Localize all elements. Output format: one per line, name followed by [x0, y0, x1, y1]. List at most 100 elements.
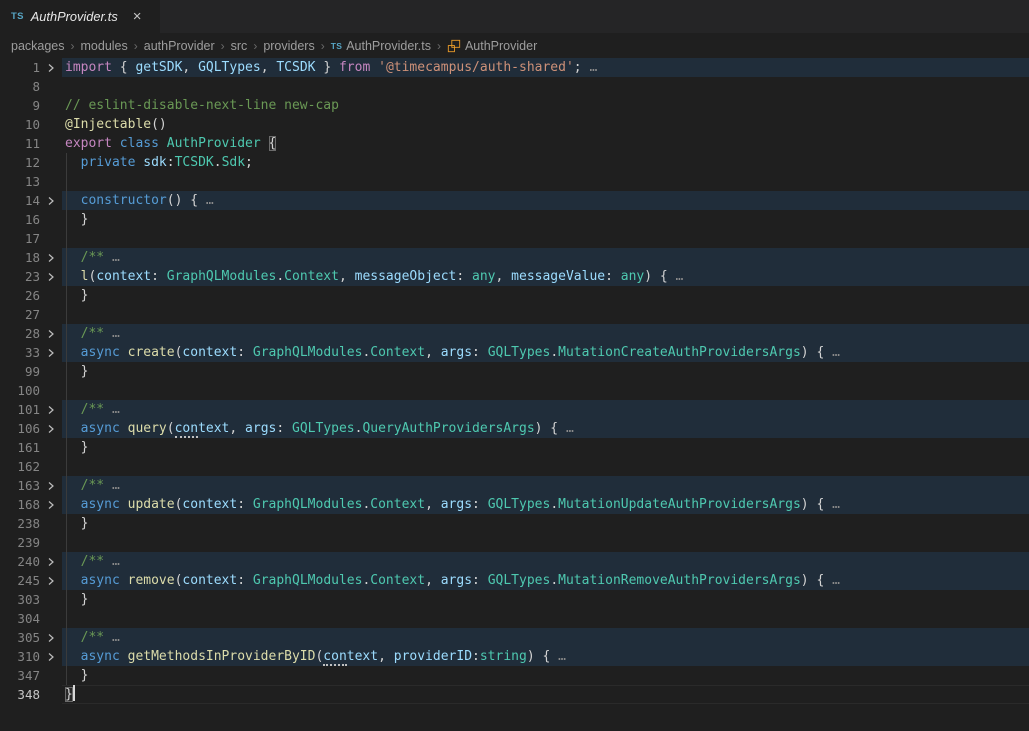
fold-chevron-icon[interactable] — [40, 419, 62, 438]
code-content[interactable]: l(context: GraphQLModules.Context, messa… — [62, 267, 1029, 286]
code-content[interactable]: async query(context, args: GQLTypes.Quer… — [62, 419, 1029, 438]
breadcrumb-item-modules[interactable]: modules — [81, 39, 128, 53]
code-token: args — [245, 421, 276, 436]
fold-chevron-icon[interactable] — [40, 495, 62, 514]
code-line-310[interactable]: 310 async getMethodsInProviderByID(conte… — [0, 647, 1029, 666]
fold-chevron-icon[interactable] — [40, 552, 62, 571]
breadcrumb-item-src[interactable]: src — [231, 39, 248, 53]
code-content[interactable]: /** … — [62, 324, 1029, 343]
code-line-1[interactable]: 1import { getSDK, GQLTypes, TCSDK } from… — [0, 58, 1029, 77]
code-line-12[interactable]: 12 private sdk:TCSDK.Sdk; — [0, 153, 1029, 172]
code-content[interactable]: /** … — [62, 476, 1029, 495]
code-line-303[interactable]: 303 } — [0, 590, 1029, 609]
code-line-163[interactable]: 163 /** … — [0, 476, 1029, 495]
code-content[interactable]: private sdk:TCSDK.Sdk; — [62, 153, 1029, 172]
code-token: () { — [167, 193, 198, 208]
code-content[interactable] — [62, 381, 1029, 400]
code-content[interactable]: } — [62, 362, 1029, 381]
code-content[interactable] — [62, 77, 1029, 96]
code-line-168[interactable]: 168 async update(context: GraphQLModules… — [0, 495, 1029, 514]
breadcrumb-item-authprovider-ts[interactable]: TSAuthProvider.ts — [331, 39, 431, 53]
code-line-27[interactable]: 27 — [0, 305, 1029, 324]
code-content[interactable]: /** … — [62, 400, 1029, 419]
breadcrumb-item-packages[interactable]: packages — [11, 39, 65, 53]
fold-chevron-icon[interactable] — [40, 248, 62, 267]
code-line-28[interactable]: 28 /** … — [0, 324, 1029, 343]
code-line-238[interactable]: 238 } — [0, 514, 1029, 533]
fold-chevron-icon[interactable] — [40, 58, 62, 77]
code-line-23[interactable]: 23 l(context: GraphQLModules.Context, me… — [0, 267, 1029, 286]
code-line-239[interactable]: 239 — [0, 533, 1029, 552]
code-line-18[interactable]: 18 /** … — [0, 248, 1029, 267]
code-content[interactable] — [62, 229, 1029, 248]
tab-authprovider-ts[interactable]: TS AuthProvider.ts × — [0, 0, 160, 33]
code-content[interactable]: async update(context: GraphQLModules.Con… — [62, 495, 1029, 514]
code-line-162[interactable]: 162 — [0, 457, 1029, 476]
fold-chevron-icon[interactable] — [40, 324, 62, 343]
code-content[interactable]: /** … — [62, 628, 1029, 647]
code-line-8[interactable]: 8 — [0, 77, 1029, 96]
code-content[interactable]: } — [62, 514, 1029, 533]
code-content[interactable]: @Injectable() — [62, 115, 1029, 134]
code-token: … — [198, 193, 214, 208]
code-content[interactable]: } — [62, 210, 1029, 229]
code-content[interactable]: async create(context: GraphQLModules.Con… — [62, 343, 1029, 362]
code-content[interactable]: } — [62, 590, 1029, 609]
code-line-99[interactable]: 99 } — [0, 362, 1029, 381]
fold-chevron-icon[interactable] — [40, 400, 62, 419]
code-content[interactable] — [62, 533, 1029, 552]
code-line-17[interactable]: 17 — [0, 229, 1029, 248]
fold-chevron-icon[interactable] — [40, 628, 62, 647]
code-content[interactable] — [62, 609, 1029, 628]
breadcrumb-item-authprovider[interactable]: AuthProvider — [447, 39, 537, 53]
code-content[interactable]: async remove(context: GraphQLModules.Con… — [62, 571, 1029, 590]
code-line-245[interactable]: 245 async remove(context: GraphQLModules… — [0, 571, 1029, 590]
code-line-305[interactable]: 305 /** … — [0, 628, 1029, 647]
code-content[interactable]: // eslint-disable-next-line new-cap — [62, 96, 1029, 115]
breadcrumb-item-authprovider[interactable]: authProvider — [144, 39, 215, 53]
code-content[interactable]: export class AuthProvider { — [62, 134, 1029, 153]
fold-chevron-icon[interactable] — [40, 647, 62, 666]
code-line-348[interactable]: 348} — [0, 685, 1029, 704]
fold-chevron-icon[interactable] — [40, 571, 62, 590]
fold-chevron-icon[interactable] — [40, 191, 62, 210]
code-content[interactable]: /** … — [62, 248, 1029, 267]
code-line-240[interactable]: 240 /** … — [0, 552, 1029, 571]
code-content[interactable] — [62, 457, 1029, 476]
code-line-26[interactable]: 26 } — [0, 286, 1029, 305]
code-line-10[interactable]: 10@Injectable() — [0, 115, 1029, 134]
code-content[interactable]: import { getSDK, GQLTypes, TCSDK } from … — [62, 58, 1029, 77]
code-line-106[interactable]: 106 async query(context, args: GQLTypes.… — [0, 419, 1029, 438]
code-content[interactable]: /** … — [62, 552, 1029, 571]
code-line-304[interactable]: 304 — [0, 609, 1029, 628]
code-content[interactable]: } — [62, 286, 1029, 305]
code-line-161[interactable]: 161 } — [0, 438, 1029, 457]
code-line-11[interactable]: 11export class AuthProvider { — [0, 134, 1029, 153]
code-line-347[interactable]: 347 } — [0, 666, 1029, 685]
indent-guide — [66, 229, 67, 248]
code-token — [65, 573, 81, 588]
fold-chevron-icon[interactable] — [40, 476, 62, 495]
fold-chevron-icon[interactable] — [40, 343, 62, 362]
code-token: } — [65, 592, 88, 607]
code-content[interactable]: async getMethodsInProviderByID(context, … — [62, 647, 1029, 666]
code-line-9[interactable]: 9// eslint-disable-next-line new-cap — [0, 96, 1029, 115]
code-content[interactable]: constructor() { … — [62, 191, 1029, 210]
line-number: 347 — [0, 666, 40, 685]
breadcrumb-separator-icon: › — [437, 39, 441, 53]
code-line-100[interactable]: 100 — [0, 381, 1029, 400]
code-line-13[interactable]: 13 — [0, 172, 1029, 191]
fold-chevron-icon[interactable] — [40, 267, 62, 286]
code-content[interactable]: } — [62, 438, 1029, 457]
code-line-33[interactable]: 33 async create(context: GraphQLModules.… — [0, 343, 1029, 362]
code-line-101[interactable]: 101 /** … — [0, 400, 1029, 419]
breadcrumb-item-providers[interactable]: providers — [263, 39, 314, 53]
code-content[interactable] — [62, 172, 1029, 191]
code-line-16[interactable]: 16 } — [0, 210, 1029, 229]
code-content[interactable]: } — [62, 666, 1029, 685]
code-content[interactable] — [62, 305, 1029, 324]
close-icon[interactable]: × — [133, 9, 142, 24]
line-number: 8 — [0, 77, 40, 96]
code-line-14[interactable]: 14 constructor() { … — [0, 191, 1029, 210]
code-content[interactable]: } — [62, 685, 1029, 704]
